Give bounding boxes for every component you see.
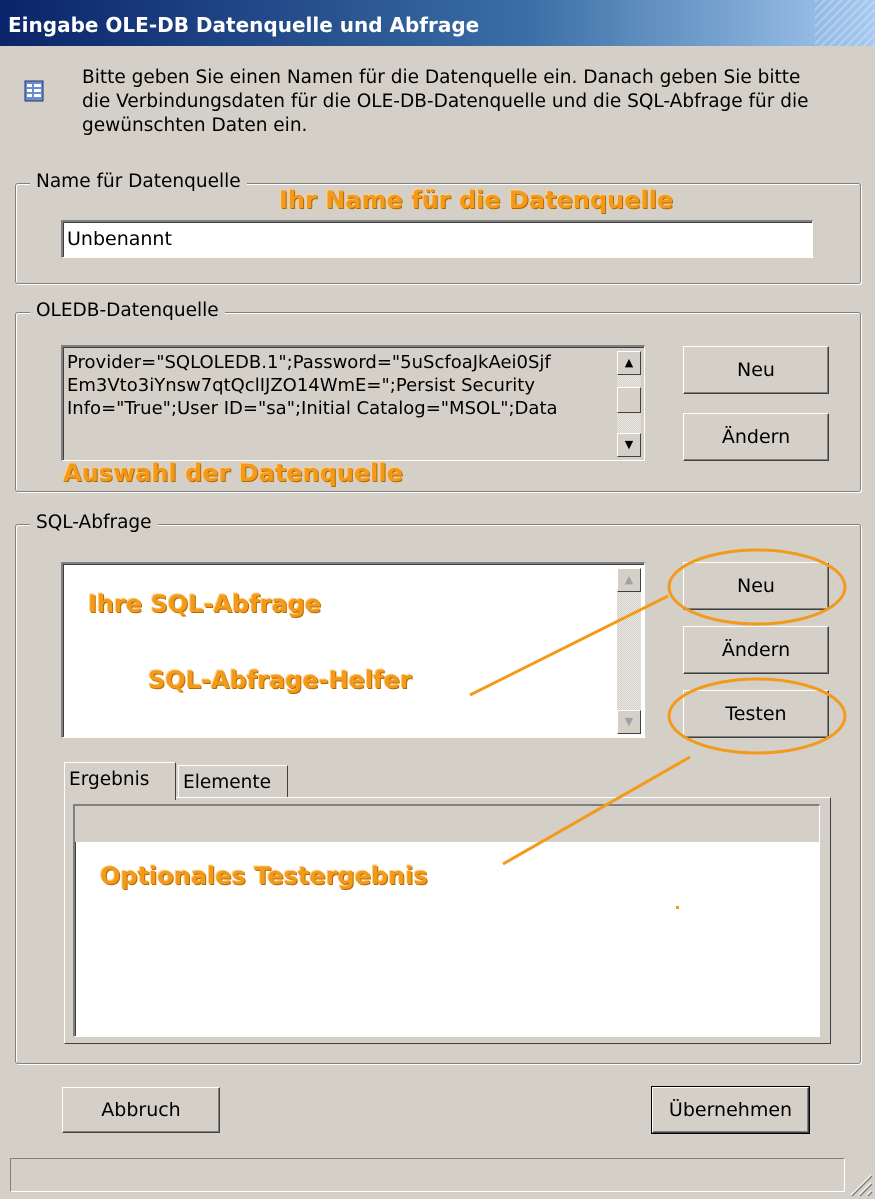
helper-pointer-line [469,594,669,697]
test-button-highlight-ellipse [667,677,847,755]
cancel-button[interactable]: Abbruch [62,1087,220,1133]
result-pointer-line [502,755,691,866]
tab-ergebnis[interactable]: Ergebnis [64,762,176,800]
apply-button[interactable]: Übernehmen [651,1086,810,1134]
resize-grip-icon[interactable] [847,1171,873,1197]
annotation-overlay [469,548,847,866]
new-button-highlight-ellipse [667,548,847,626]
tab-ergebnis-label: Ergebnis [69,769,150,790]
status-bar [10,1158,845,1192]
